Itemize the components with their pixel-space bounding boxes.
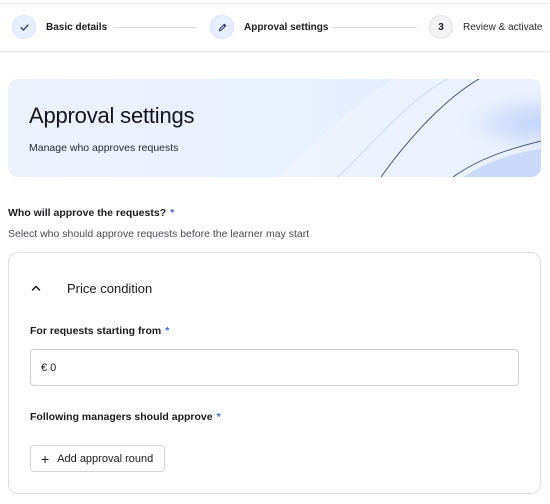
step-review-activate[interactable]: 3 Review & activate: [429, 15, 542, 39]
page-subtitle: Manage who approves requests: [29, 142, 179, 154]
approvers-question: Who will approve the requests? *: [8, 207, 174, 219]
approvers-help-text: Select who should approve requests befor…: [8, 228, 310, 240]
plus-icon: +: [41, 450, 50, 467]
add-approval-round-button[interactable]: + Add approval round: [30, 445, 165, 472]
pencil-icon: [210, 15, 234, 39]
required-marker: *: [216, 411, 221, 423]
page-header-banner: Approval settings Manage who approves re…: [8, 79, 541, 177]
step-connector: [113, 27, 197, 28]
approvers-question-text: Who will approve the requests?: [8, 207, 167, 219]
managers-label-text: Following managers should approve: [30, 411, 213, 423]
step-basic-details[interactable]: Basic details: [12, 15, 107, 39]
stepper: Basic details Approval settings 3 Review…: [0, 0, 550, 52]
check-icon: [12, 15, 36, 39]
step-approval-settings[interactable]: Approval settings: [210, 15, 328, 39]
start-price-label-text: For requests starting from: [30, 325, 162, 337]
page-title: Approval settings: [29, 103, 195, 128]
chevron-up-icon[interactable]: [27, 279, 45, 297]
start-price-label: For requests starting from *: [30, 325, 169, 337]
add-approval-round-label: Add approval round: [57, 452, 154, 465]
price-condition-title[interactable]: Price condition: [67, 281, 152, 296]
approval-settings-page: Basic details Approval settings 3 Review…: [0, 0, 550, 504]
step-connector: [333, 27, 417, 28]
top-divider: [0, 3, 550, 4]
managers-label: Following managers should approve *: [30, 411, 221, 423]
step-number: 3: [429, 15, 453, 39]
required-marker: *: [165, 325, 170, 337]
step-label: Basic details: [46, 21, 108, 33]
step-label: Review & activate: [463, 21, 543, 33]
step-label: Approval settings: [244, 21, 329, 33]
required-marker: *: [170, 207, 175, 219]
start-price-input[interactable]: [30, 349, 519, 386]
